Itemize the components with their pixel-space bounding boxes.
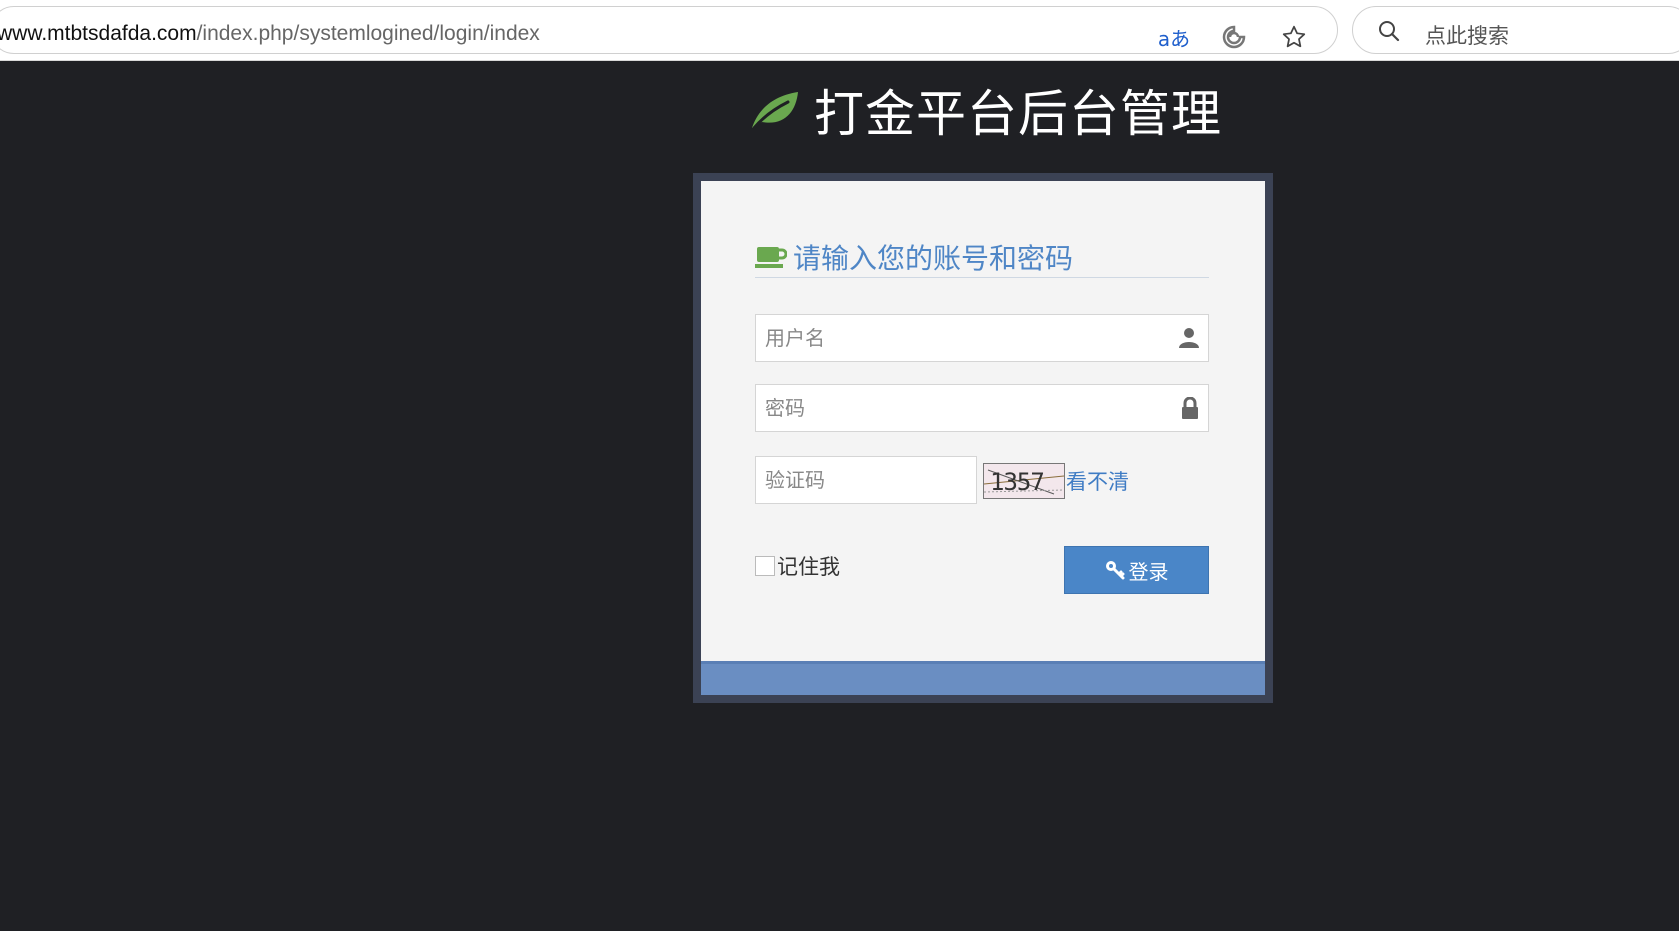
search-placeholder: 点此搜索 [1425,24,1509,48]
password-input[interactable] [756,385,1174,431]
leaf-icon [752,92,798,130]
remember-me[interactable]: 记住我 [755,551,840,581]
login-panel-footer [701,661,1265,695]
login-heading-text: 请输入您的账号和密码 [793,242,1074,275]
site-header: 打金平台后台管理 [748,80,1222,143]
key-icon [1105,561,1124,580]
captcha-input[interactable] [756,457,974,503]
browser-search-box[interactable]: 点此搜索 [1352,6,1679,54]
browser-extension-icon[interactable] [1216,19,1252,55]
login-panel-frame: 请输入您的账号和密码 1357 [693,173,1273,703]
url-domain: www.mtbtsdafda.com [0,22,197,45]
login-panel: 请输入您的账号和密码 1357 [701,181,1265,661]
captcha-image[interactable]: 1357 [983,463,1065,499]
user-icon [1179,328,1199,348]
lock-icon [1182,397,1198,419]
browser-toolbar: www.mtbtsdafda.com/index.php/systemlogin… [0,0,1679,61]
captcha-refresh-link[interactable]: 看不清 [1066,466,1129,496]
translate-icon[interactable]: aあ [1156,19,1192,55]
username-input[interactable] [756,315,1174,361]
login-heading: 请输入您的账号和密码 [755,237,1209,278]
page-title: 打金平台后台管理 [814,85,1222,143]
password-field [755,384,1209,432]
login-button-label: 登录 [1128,559,1169,584]
address-bar[interactable]: www.mtbtsdafda.com/index.php/systemlogin… [0,6,1338,54]
address-url[interactable]: www.mtbtsdafda.com/index.php/systemlogin… [0,22,540,46]
captcha-field [755,456,977,504]
username-field [755,314,1209,362]
login-button[interactable]: 登录 [1064,546,1209,594]
remember-me-label: 记住我 [777,555,840,579]
coffee-cup-icon [755,247,787,268]
search-icon [1379,21,1400,42]
captcha-text: 1357 [990,468,1045,496]
url-path: /index.php/systemlogined/login/index [196,22,540,45]
bookmark-star-icon[interactable] [1276,19,1312,55]
remember-me-checkbox[interactable] [755,556,775,576]
